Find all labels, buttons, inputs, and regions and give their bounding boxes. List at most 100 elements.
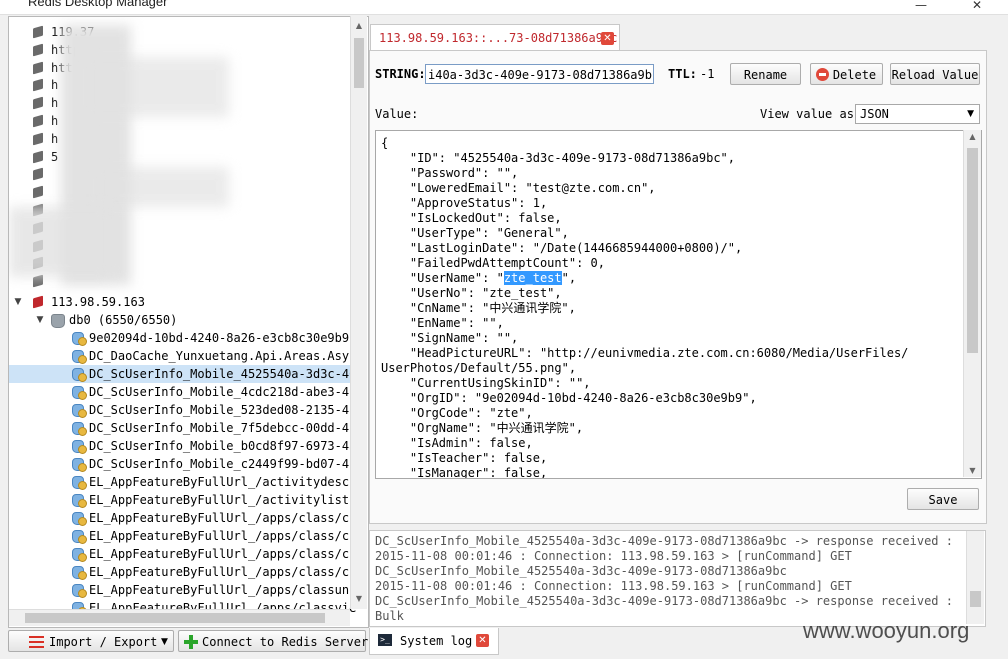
key-type-label: STRING: bbox=[375, 67, 426, 81]
key-item[interactable]: DC_ScUserInfo_Mobile_b0cd8f97-6973-4a bbox=[9, 437, 356, 455]
key-icon bbox=[71, 331, 87, 346]
tree-item-label: EL_AppFeatureByFullUrl_/activitylist. bbox=[89, 493, 357, 507]
editor-line: "EnName": "", bbox=[381, 316, 504, 330]
server-icon bbox=[33, 96, 43, 110]
tree-item-label: 113.98.59.163 bbox=[51, 295, 145, 309]
scroll-thumb[interactable] bbox=[967, 148, 978, 353]
scroll-thumb[interactable] bbox=[354, 38, 364, 88]
log-scrollbar[interactable] bbox=[966, 531, 984, 624]
value-editor[interactable]: { "ID": "4525540a-3d3c-409e-9173-08d7138… bbox=[375, 130, 982, 479]
delete-icon bbox=[816, 68, 829, 81]
key-item[interactable]: 9e02094d-10bd-4240-8a26-e3cb8c30e9b9 bbox=[9, 329, 351, 347]
server-icon bbox=[33, 43, 43, 57]
close-log-tab-icon[interactable]: ✕ bbox=[476, 634, 489, 647]
key-item[interactable]: EL_AppFeatureByFullUrl_/apps/class/cl bbox=[9, 563, 356, 581]
tree-item-label: EL_AppFeatureByFullUrl_/activitydesc. bbox=[89, 475, 357, 489]
scroll-down-icon[interactable]: ▼ bbox=[967, 466, 978, 475]
connect-redis-server-button[interactable]: Connect to Redis Server bbox=[178, 630, 368, 652]
save-button[interactable]: Save bbox=[907, 488, 979, 510]
reload-value-button[interactable]: Reload Value bbox=[890, 63, 980, 85]
scroll-up-icon[interactable]: ▲ bbox=[354, 20, 364, 32]
scroll-down-icon[interactable]: ▼ bbox=[354, 593, 364, 605]
tree-horizontal-scrollbar[interactable] bbox=[9, 609, 350, 626]
window-titlebar: Redis Desktop Manager — ✕ bbox=[0, 0, 1008, 15]
system-log-tab[interactable]: >_ System log ✕ bbox=[369, 628, 499, 655]
view-format-value: JSON bbox=[860, 107, 889, 121]
key-item[interactable]: DC_ScUserInfo_Mobile_7f5debcc-00dd-42 bbox=[9, 419, 356, 437]
editor-line: "CnName": "中兴通讯学院", bbox=[381, 301, 576, 315]
editor-line: "IsAdmin": false, bbox=[381, 436, 533, 450]
key-item[interactable]: DC_ScUserInfo_Mobile_4cdc218d-abe3-4c bbox=[9, 383, 356, 401]
log-line: DC_ScUserInfo_Mobile_4525540a-3d3c-409e-… bbox=[375, 564, 787, 578]
connection-tree[interactable]: 119.37httphtthhhh5113.98.59.163▼db0 (655… bbox=[8, 16, 369, 628]
editor-line: "IsLockedOut": false, bbox=[381, 211, 562, 225]
tree-vertical-scrollbar[interactable]: ▲ ▼ bbox=[350, 16, 367, 609]
server-icon bbox=[33, 150, 43, 163]
value-label: Value: bbox=[375, 107, 419, 121]
import-export-button[interactable]: Import / Export ▼ bbox=[8, 630, 174, 652]
key-icon bbox=[71, 547, 87, 562]
expand-arrow-icon[interactable]: ▼ bbox=[35, 311, 45, 329]
log-line: Bulk bbox=[375, 609, 404, 623]
key-item[interactable]: EL_AppFeatureByFullUrl_/apps/class/cl bbox=[9, 527, 356, 545]
chevron-down-icon: ▼ bbox=[967, 109, 974, 119]
close-tab-icon[interactable]: ✕ bbox=[601, 32, 614, 45]
log-line: DC_ScUserInfo_Mobile_4525540a-3d3c-409e-… bbox=[375, 594, 953, 608]
ttl-value: -1 bbox=[700, 67, 715, 81]
tree-item-label: EL_AppFeatureByFullUrl_/apps/classunr bbox=[89, 583, 357, 597]
log-line: 2015-11-08 00:01:46 : Connection: 113.98… bbox=[375, 579, 852, 593]
editor-line: "CurrentUsingSkinID": "", bbox=[381, 376, 591, 390]
key-item[interactable]: EL_AppFeatureByFullUrl_/apps/class/cl bbox=[9, 545, 356, 563]
server-icon bbox=[33, 79, 43, 92]
editor-line: "HeadPictureURL": "http://eunivmedia.zte… bbox=[381, 346, 909, 360]
scroll-thumb[interactable] bbox=[25, 613, 325, 623]
rename-button[interactable]: Rename bbox=[730, 63, 801, 85]
watermark: www.wooyun.org bbox=[803, 618, 970, 643]
key-item[interactable]: DC_ScUserInfo_Mobile_c2449f99-bd07-4b bbox=[9, 455, 356, 473]
key-name-input[interactable]: i40a-3d3c-409e-9173-08d71386a9bc bbox=[425, 64, 654, 84]
server-icon bbox=[33, 295, 43, 309]
editor-line: { bbox=[381, 136, 389, 150]
database-icon bbox=[51, 314, 65, 328]
key-tab[interactable]: 113.98.59.163::...73-08d71386a9bc ✕ bbox=[370, 24, 620, 51]
editor-line: "FailedPwdAttemptCount": 0, bbox=[381, 256, 605, 270]
key-item[interactable]: EL_AppFeatureByFullUrl_/activitylist. bbox=[9, 491, 356, 509]
view-format-select[interactable]: JSON ▼ bbox=[855, 104, 980, 124]
menu-icon bbox=[29, 636, 44, 648]
log-line: DC_ScUserInfo_Mobile_4525540a-3d3c-409e-… bbox=[375, 534, 953, 548]
server-icon bbox=[33, 61, 43, 74]
tree-item-label: EL_AppFeatureByFullUrl_/apps/class/cl bbox=[89, 511, 357, 525]
key-item[interactable]: DC_ScUserInfo_Mobile_523ded08-2135-4f bbox=[9, 401, 356, 419]
system-log-label: System log bbox=[400, 634, 473, 648]
database-item-db0[interactable]: db0 (6550/6550) ▼ bbox=[9, 311, 351, 329]
plus-icon bbox=[184, 635, 198, 649]
editor-scrollbar[interactable]: ▲ ▼ bbox=[963, 130, 981, 477]
key-item[interactable]: EL_AppFeatureByFullUrl_/activitydesc. bbox=[9, 473, 356, 491]
delete-button[interactable]: Delete bbox=[810, 63, 883, 85]
tree-item-label: DC_DaoCache_Yunxuetang.Api.Areas.Asyn bbox=[89, 349, 357, 363]
selected-text: zte_test bbox=[503, 271, 562, 285]
expand-arrow-icon[interactable]: ▼ bbox=[13, 293, 23, 311]
key-item[interactable]: DC_DaoCache_Yunxuetang.Api.Areas.Asyn bbox=[9, 347, 356, 365]
tree-item-label: DC_ScUserInfo_Mobile_c2449f99-bd07-4b bbox=[89, 457, 357, 471]
key-item[interactable]: DC_ScUserInfo_Mobile_4525540a-3d3c-40 bbox=[9, 365, 356, 383]
minimize-icon[interactable]: — bbox=[915, 0, 927, 12]
server-icon bbox=[33, 114, 43, 128]
server-item-active[interactable]: 113.98.59.163 ▼ bbox=[9, 293, 351, 311]
key-icon bbox=[71, 511, 87, 526]
editor-line: "OrgID": "9e02094d-10bd-4240-8a26-e3cb8c… bbox=[381, 391, 757, 405]
window-title: Redis Desktop Manager bbox=[28, 0, 168, 9]
tree-item-label: DC_ScUserInfo_Mobile_523ded08-2135-4f bbox=[89, 403, 357, 417]
scroll-thumb[interactable] bbox=[970, 591, 981, 607]
editor-line: "OrgName": "中兴通讯学院", bbox=[381, 421, 584, 435]
system-log-panel[interactable]: DC_ScUserInfo_Mobile_4525540a-3d3c-409e-… bbox=[369, 530, 986, 627]
tree-item-label: EL_AppFeatureByFullUrl_/apps/class/cl bbox=[89, 547, 357, 561]
key-item[interactable]: EL_AppFeatureByFullUrl_/apps/class/cl bbox=[9, 509, 356, 527]
editor-line: "UserName": "zte_test", bbox=[381, 271, 577, 285]
editor-line: "ApproveStatus": 1, bbox=[381, 196, 548, 210]
close-window-icon[interactable]: ✕ bbox=[972, 0, 982, 12]
scroll-up-icon[interactable]: ▲ bbox=[967, 132, 978, 141]
tree-item-label: DC_ScUserInfo_Mobile_4525540a-3d3c-40 bbox=[89, 367, 357, 381]
tree-item-label: DC_ScUserInfo_Mobile_b0cd8f97-6973-4a bbox=[89, 439, 357, 453]
key-item[interactable]: EL_AppFeatureByFullUrl_/apps/classunr bbox=[9, 581, 356, 599]
